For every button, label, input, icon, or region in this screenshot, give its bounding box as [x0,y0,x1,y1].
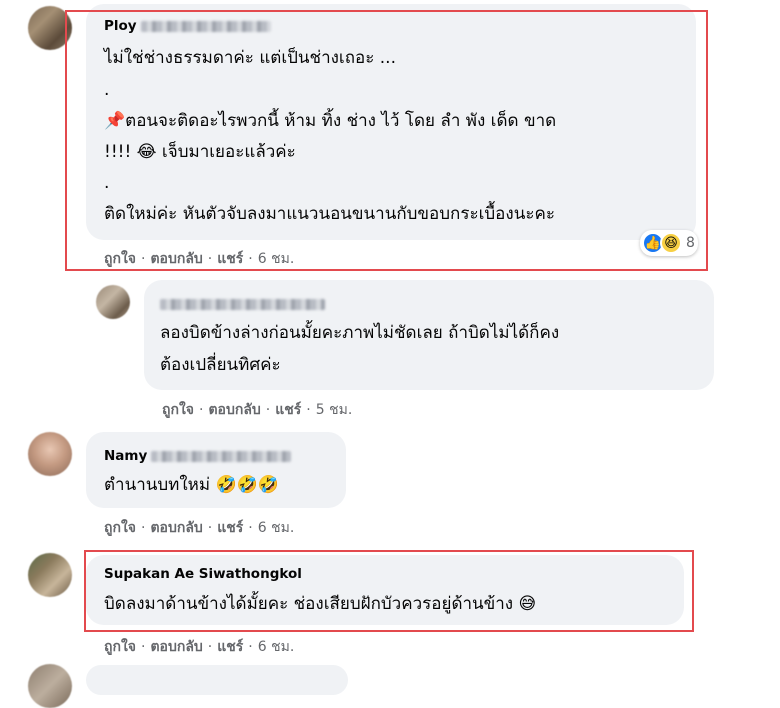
comment-actions: ถูกใจ · ตอบกลับ · แชร์ · 6 ชม. [104,251,295,267]
reaction-count: 8 [686,235,695,251]
share-link[interactable]: แชร์ [217,639,243,655]
share-link[interactable]: แชร์ [217,251,243,267]
comment-text-line: . [104,173,110,193]
comment-text-line: ตำนานบทใหม่ 🤣🤣🤣 [104,475,279,495]
like-link[interactable]: ถูกใจ [104,251,136,267]
avatar[interactable] [28,553,72,597]
comment-text-line: 📌ตอนจะติดอะไรพวกนี้ ห้าม ทิ้ง ช่าง ไว้ โ… [104,111,557,131]
comment-author[interactable] [160,296,325,312]
timestamp-link[interactable]: 6 ชม. [258,639,295,655]
comment-author[interactable]: Supakan Ae Siwathongkol [104,566,302,582]
share-link[interactable]: แชร์ [275,402,301,418]
avatar[interactable] [96,285,130,319]
avatar[interactable] [28,6,72,50]
like-link[interactable]: ถูกใจ [104,520,136,536]
comment-bubble [86,665,348,695]
comment-actions: ถูกใจ · ตอบกลับ · แชร์ · 6 ชม. [104,639,295,655]
comment-text-line: ต้องเปลี่ยนทิศค่ะ [160,355,281,375]
reply-link[interactable]: ตอบกลับ [150,251,202,267]
comment-text-line: บิดลงมาด้านข้างได้มั้ยคะ ช่องเสียบฝักบัว… [104,594,537,614]
reply-link[interactable]: ตอบกลับ [150,520,202,536]
comment-text-line: ติดใหม่ค่ะ หันตัวจับลงมาแนวนอนขนานกับขอบ… [104,204,555,224]
reply-link[interactable]: ตอบกลับ [150,639,202,655]
comment-text-line: . [104,80,110,100]
comment-text-line: ลองบิดข้างล่างก่อนมั้ยคะภาพไม่ชัดเลย ถ้า… [160,323,560,343]
timestamp-link[interactable]: 6 ชม. [258,251,295,267]
reply-link[interactable]: ตอบกลับ [208,402,260,418]
comment-actions: ถูกใจ · ตอบกลับ · แชร์ · 6 ชม. [104,520,295,536]
blurred-name [151,450,292,462]
pushpin-icon: 📌 [104,111,126,131]
like-link[interactable]: ถูกใจ [104,639,136,655]
share-link[interactable]: แชร์ [217,520,243,536]
blurred-name [160,298,325,310]
reaction-summary[interactable]: 👍 😆 8 [640,230,698,256]
comment-text-line: ไม่ใช่ช่างธรรมดาค่ะ แต่เป็นช่างเถอะ ... [104,48,396,68]
comment-actions: ถูกใจ · ตอบกลับ · แชร์ · 5 ชม. [162,402,353,418]
blurred-name [140,20,271,32]
timestamp-link[interactable]: 5 ชม. [316,402,353,418]
timestamp-link[interactable]: 6 ชม. [258,520,295,536]
avatar[interactable] [28,432,72,476]
comment-text-line: !!!! 😂 เจ็บมาเยอะแล้วค่ะ [104,142,296,162]
like-link[interactable]: ถูกใจ [162,402,194,418]
haha-reaction-icon: 😆 [660,232,682,254]
comment-author[interactable]: Namy [104,448,292,464]
comment-author[interactable]: Ploy [104,18,271,34]
